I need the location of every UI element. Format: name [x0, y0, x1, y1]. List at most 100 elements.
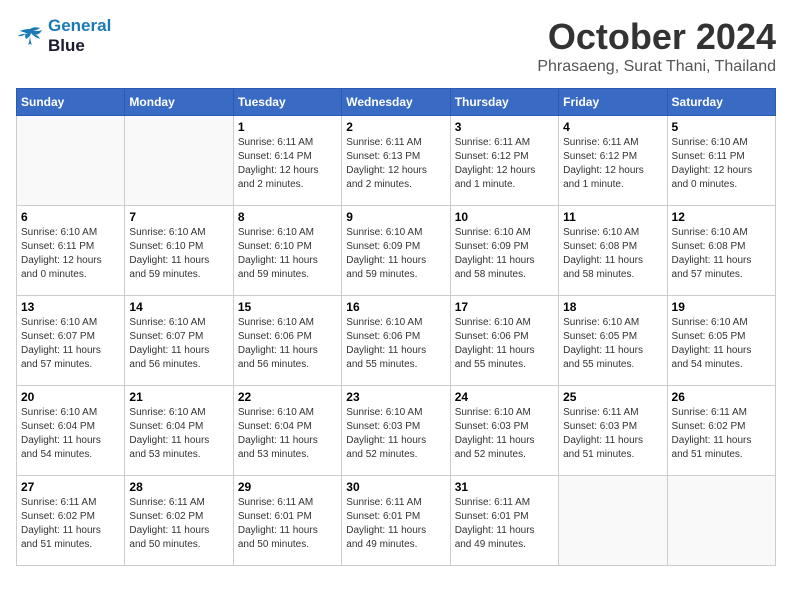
calendar-table: SundayMondayTuesdayWednesdayThursdayFrid…: [16, 88, 776, 566]
day-number: 1: [238, 120, 337, 134]
week-row-5: 27 Sunrise: 6:11 AM Sunset: 6:02 PM Dayli…: [17, 476, 776, 566]
calendar-cell: 22Sunrise: 6:10 AM Sunset: 6:04 PM Dayli…: [233, 386, 341, 476]
weekday-header-tuesday: Tuesday: [233, 89, 341, 116]
day-number: 27: [21, 480, 120, 494]
day-detail: Sunrise: 6:11 AM Sunset: 6:12 PM Dayligh…: [563, 136, 662, 192]
calendar-cell: [125, 116, 233, 206]
day-detail: Sunrise: 6:10 AM Sunset: 6:08 PM Dayligh…: [563, 226, 662, 282]
calendar-cell: 21 Sunrise: 6:10 AM Sunset: 6:04 PM Dayli…: [125, 386, 233, 476]
day-detail: Sunrise: 6:10 AM Sunset: 6:04 PM Dayligh…: [238, 406, 337, 462]
calendar-cell: 12Sunrise: 6:10 AM Sunset: 6:08 PM Dayli…: [667, 206, 775, 296]
weekday-header-saturday: Saturday: [667, 89, 775, 116]
day-detail: Sunrise: 6:11 AM Sunset: 6:02 PM Dayligh…: [21, 496, 120, 552]
day-number: 14: [129, 300, 228, 314]
week-row-4: 20 Sunrise: 6:10 AM Sunset: 6:04 PM Dayli…: [17, 386, 776, 476]
day-detail: Sunrise: 6:10 AM Sunset: 6:03 PM Dayligh…: [455, 406, 554, 462]
calendar-cell: 17Sunrise: 6:10 AM Sunset: 6:06 PM Dayli…: [450, 296, 558, 386]
day-detail: Sunrise: 6:10 AM Sunset: 6:06 PM Dayligh…: [238, 316, 337, 372]
day-number: 2: [346, 120, 445, 134]
day-number: 23: [346, 390, 445, 404]
calendar-cell: 24 Sunrise: 6:10 AM Sunset: 6:03 PM Dayli…: [450, 386, 558, 476]
week-row-3: 13Sunrise: 6:10 AM Sunset: 6:07 PM Dayli…: [17, 296, 776, 386]
calendar-cell: 30 Sunrise: 6:11 AM Sunset: 6:01 PM Dayli…: [342, 476, 450, 566]
day-number: 7: [129, 210, 228, 224]
day-detail: Sunrise: 6:11 AM Sunset: 6:03 PM Dayligh…: [563, 406, 662, 462]
week-row-2: 6 Sunrise: 6:10 AM Sunset: 6:11 PM Daylig…: [17, 206, 776, 296]
day-number: 12: [672, 210, 771, 224]
calendar-cell: 15 Sunrise: 6:10 AM Sunset: 6:06 PM Dayli…: [233, 296, 341, 386]
calendar-cell: 13Sunrise: 6:10 AM Sunset: 6:07 PM Dayli…: [17, 296, 125, 386]
day-detail: Sunrise: 6:10 AM Sunset: 6:09 PM Dayligh…: [346, 226, 445, 282]
day-detail: Sunrise: 6:10 AM Sunset: 6:04 PM Dayligh…: [129, 406, 228, 462]
day-detail: Sunrise: 6:10 AM Sunset: 6:05 PM Dayligh…: [672, 316, 771, 372]
day-number: 16: [346, 300, 445, 314]
day-number: 10: [455, 210, 554, 224]
calendar-cell: 6 Sunrise: 6:10 AM Sunset: 6:11 PM Daylig…: [17, 206, 125, 296]
day-number: 9: [346, 210, 445, 224]
calendar-cell: 25 Sunrise: 6:11 AM Sunset: 6:03 PM Dayli…: [559, 386, 667, 476]
calendar-cell: 23 Sunrise: 6:10 AM Sunset: 6:03 PM Dayli…: [342, 386, 450, 476]
weekday-header-wednesday: Wednesday: [342, 89, 450, 116]
calendar-cell: [559, 476, 667, 566]
calendar-cell: 20Sunrise: 6:10 AM Sunset: 6:04 PM Dayli…: [17, 386, 125, 476]
day-detail: Sunrise: 6:10 AM Sunset: 6:11 PM Dayligh…: [21, 226, 120, 282]
day-number: 20: [21, 390, 120, 404]
day-detail: Sunrise: 6:10 AM Sunset: 6:06 PM Dayligh…: [346, 316, 445, 372]
day-detail: Sunrise: 6:11 AM Sunset: 6:12 PM Dayligh…: [455, 136, 554, 192]
day-detail: Sunrise: 6:10 AM Sunset: 6:10 PM Dayligh…: [238, 226, 337, 282]
calendar-cell: [667, 476, 775, 566]
week-row-1: 1 Sunrise: 6:11 AM Sunset: 6:14 PM Daylig…: [17, 116, 776, 206]
page-header: General Blue October 2024 Phrasaeng, Sur…: [16, 16, 776, 76]
day-number: 6: [21, 210, 120, 224]
logo-bird-icon: [16, 25, 44, 47]
calendar-cell: 16 Sunrise: 6:10 AM Sunset: 6:06 PM Dayli…: [342, 296, 450, 386]
logo: General Blue: [16, 16, 111, 55]
day-detail: Sunrise: 6:11 AM Sunset: 6:01 PM Dayligh…: [238, 496, 337, 552]
day-detail: Sunrise: 6:11 AM Sunset: 6:02 PM Dayligh…: [129, 496, 228, 552]
calendar-cell: 18 Sunrise: 6:10 AM Sunset: 6:05 PM Dayli…: [559, 296, 667, 386]
day-detail: Sunrise: 6:10 AM Sunset: 6:10 PM Dayligh…: [129, 226, 228, 282]
calendar-cell: 2Sunrise: 6:11 AM Sunset: 6:13 PM Daylig…: [342, 116, 450, 206]
weekday-header-monday: Monday: [125, 89, 233, 116]
day-detail: Sunrise: 6:10 AM Sunset: 6:05 PM Dayligh…: [563, 316, 662, 372]
day-number: 17: [455, 300, 554, 314]
month-title: October 2024: [537, 16, 776, 58]
calendar-cell: 26 Sunrise: 6:11 AM Sunset: 6:02 PM Dayli…: [667, 386, 775, 476]
weekday-header-thursday: Thursday: [450, 89, 558, 116]
day-detail: Sunrise: 6:10 AM Sunset: 6:11 PM Dayligh…: [672, 136, 771, 192]
day-detail: Sunrise: 6:10 AM Sunset: 6:03 PM Dayligh…: [346, 406, 445, 462]
day-detail: Sunrise: 6:11 AM Sunset: 6:01 PM Dayligh…: [455, 496, 554, 552]
calendar-cell: 28 Sunrise: 6:11 AM Sunset: 6:02 PM Dayli…: [125, 476, 233, 566]
calendar-cell: 31Sunrise: 6:11 AM Sunset: 6:01 PM Dayli…: [450, 476, 558, 566]
calendar-cell: [17, 116, 125, 206]
day-number: 21: [129, 390, 228, 404]
day-detail: Sunrise: 6:10 AM Sunset: 6:07 PM Dayligh…: [21, 316, 120, 372]
title-block: October 2024 Phrasaeng, Surat Thani, Tha…: [537, 16, 776, 76]
day-number: 5: [672, 120, 771, 134]
calendar-cell: 10 Sunrise: 6:10 AM Sunset: 6:09 PM Dayli…: [450, 206, 558, 296]
day-detail: Sunrise: 6:11 AM Sunset: 6:01 PM Dayligh…: [346, 496, 445, 552]
calendar-cell: 9 Sunrise: 6:10 AM Sunset: 6:09 PM Daylig…: [342, 206, 450, 296]
day-number: 19: [672, 300, 771, 314]
day-detail: Sunrise: 6:10 AM Sunset: 6:07 PM Dayligh…: [129, 316, 228, 372]
day-detail: Sunrise: 6:11 AM Sunset: 6:02 PM Dayligh…: [672, 406, 771, 462]
calendar-cell: 29 Sunrise: 6:11 AM Sunset: 6:01 PM Dayli…: [233, 476, 341, 566]
day-number: 18: [563, 300, 662, 314]
logo-text: General Blue: [48, 16, 111, 55]
weekday-header-row: SundayMondayTuesdayWednesdayThursdayFrid…: [17, 89, 776, 116]
calendar-cell: 14 Sunrise: 6:10 AM Sunset: 6:07 PM Dayli…: [125, 296, 233, 386]
day-number: 8: [238, 210, 337, 224]
weekday-header-sunday: Sunday: [17, 89, 125, 116]
day-number: 15: [238, 300, 337, 314]
day-number: 28: [129, 480, 228, 494]
day-number: 11: [563, 210, 662, 224]
day-number: 24: [455, 390, 554, 404]
day-number: 29: [238, 480, 337, 494]
day-number: 26: [672, 390, 771, 404]
day-detail: Sunrise: 6:11 AM Sunset: 6:14 PM Dayligh…: [238, 136, 337, 192]
day-number: 30: [346, 480, 445, 494]
day-number: 25: [563, 390, 662, 404]
calendar-cell: 4Sunrise: 6:11 AM Sunset: 6:12 PM Daylig…: [559, 116, 667, 206]
location-title: Phrasaeng, Surat Thani, Thailand: [537, 58, 776, 76]
day-detail: Sunrise: 6:10 AM Sunset: 6:09 PM Dayligh…: [455, 226, 554, 282]
